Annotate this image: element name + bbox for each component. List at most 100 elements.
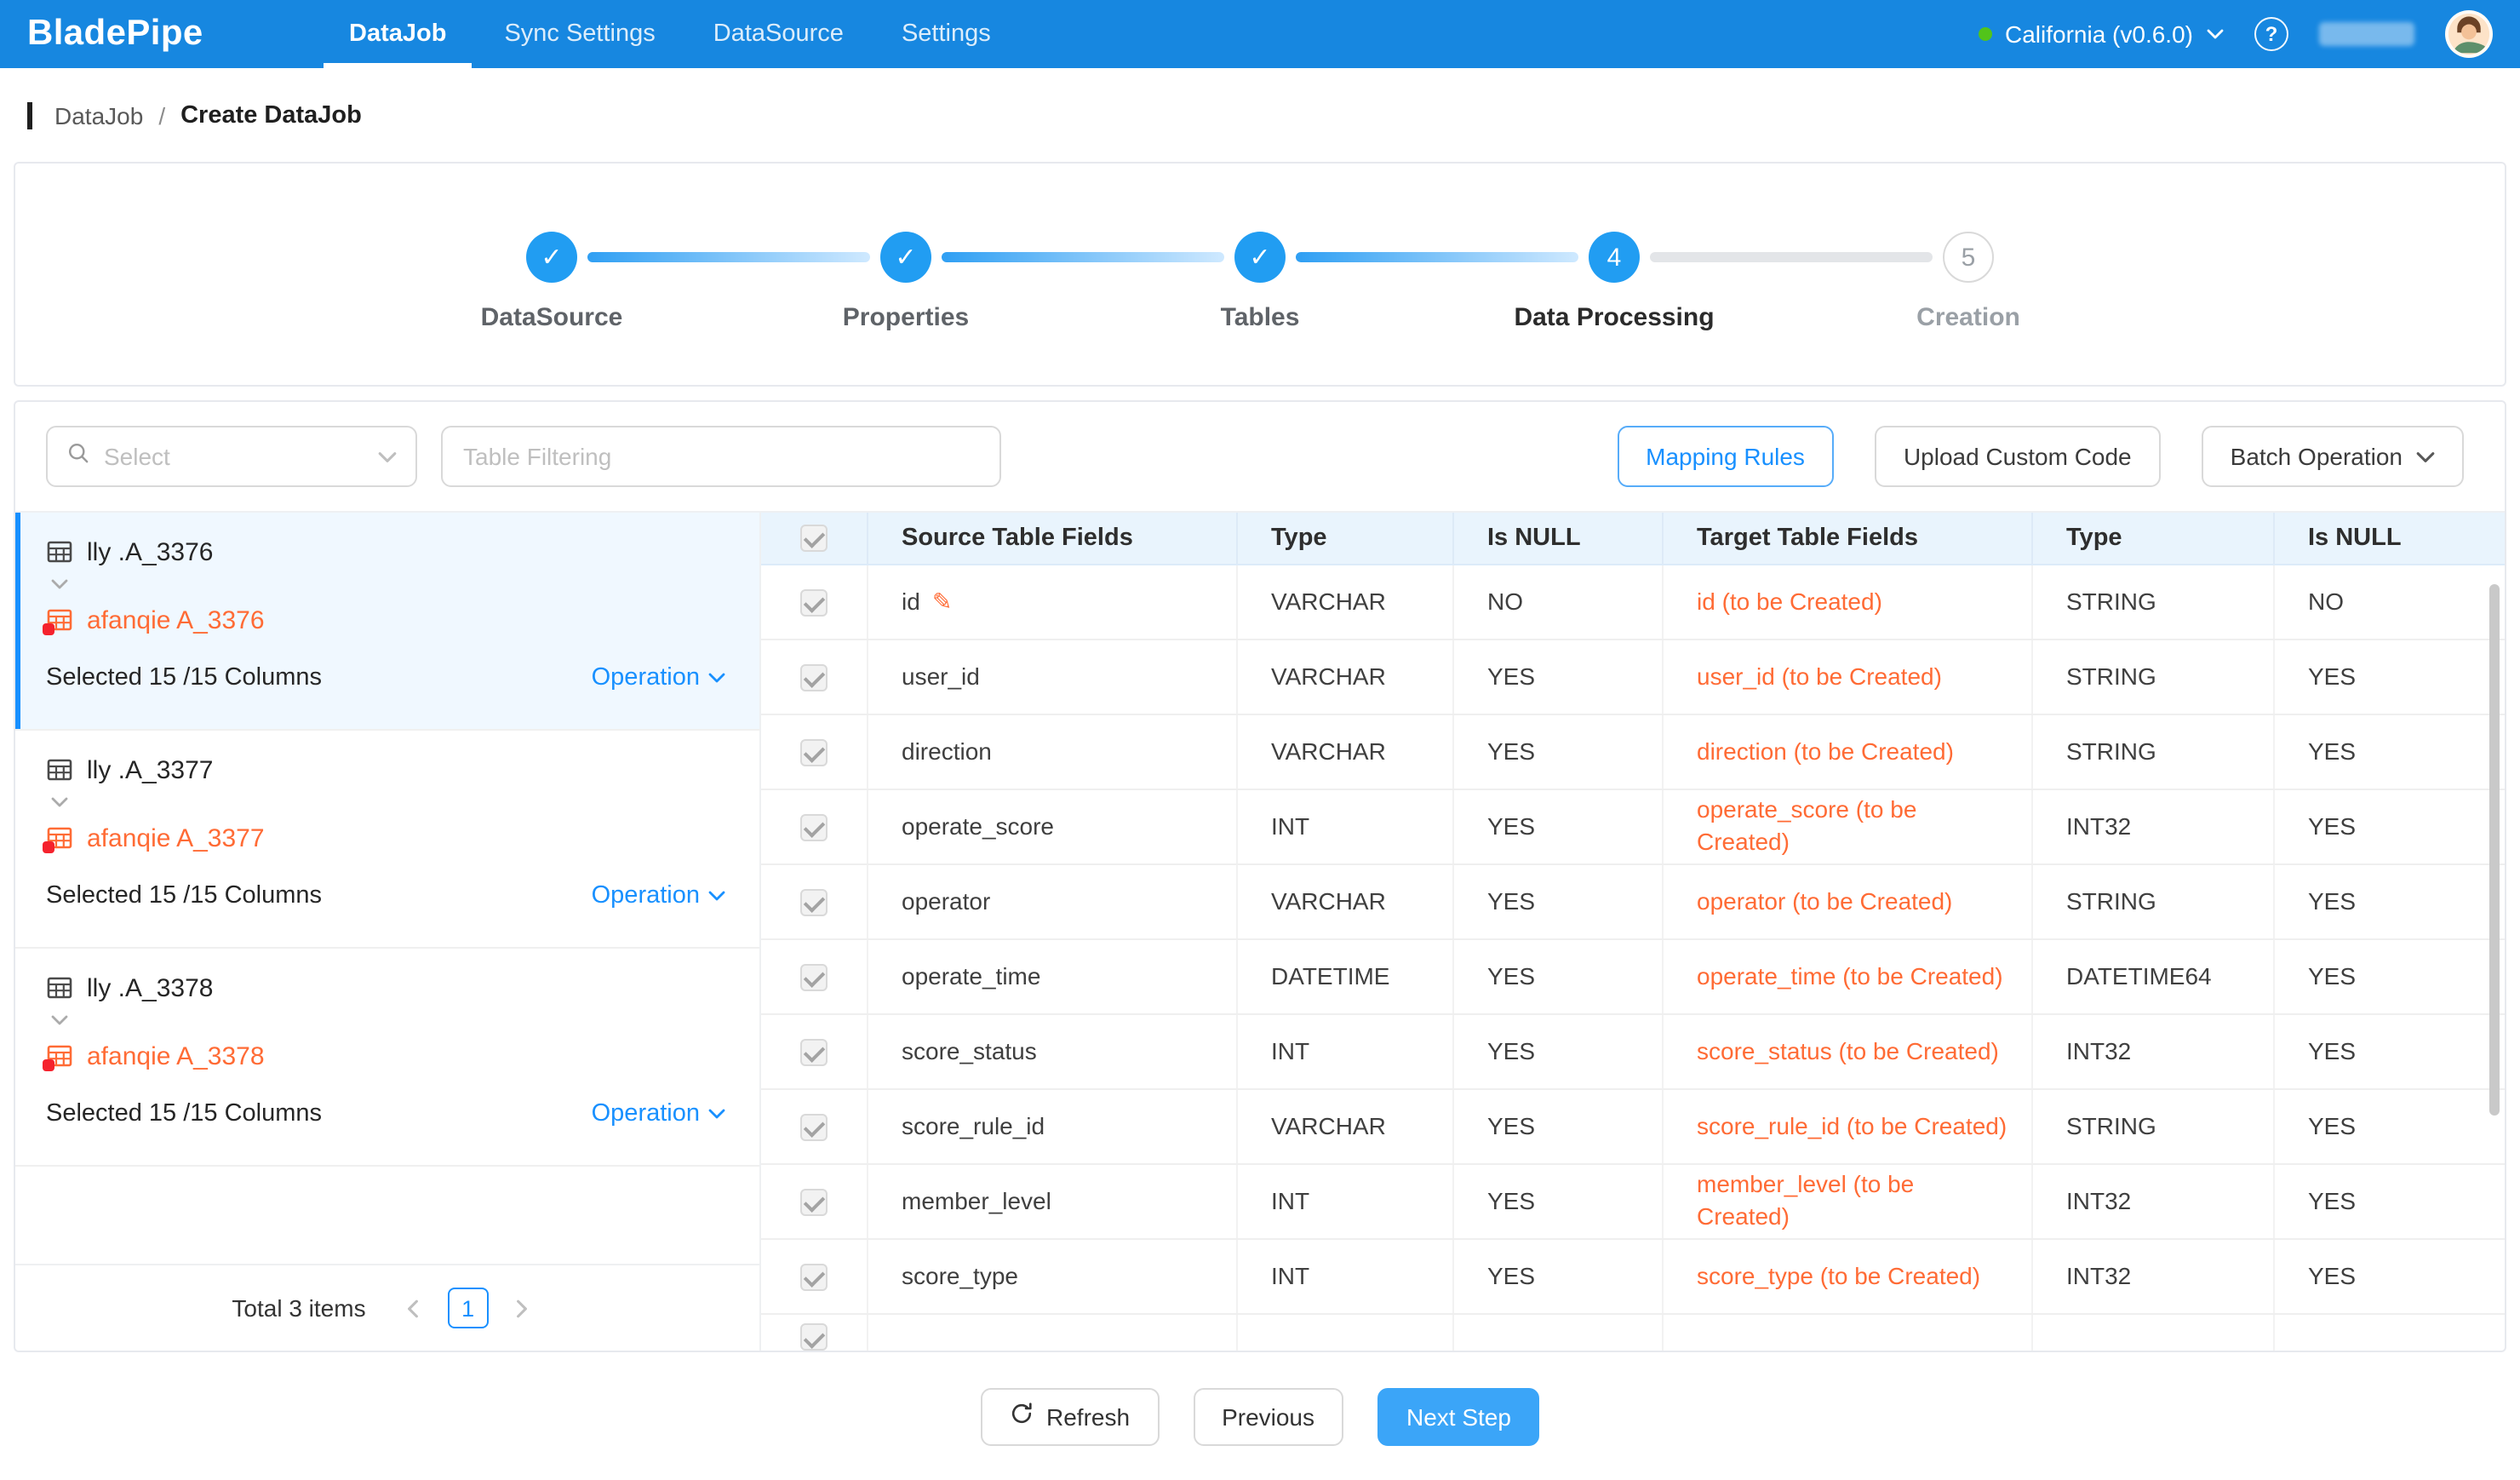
row-checkbox[interactable] bbox=[800, 664, 828, 691]
source-type-cell: VARCHAR bbox=[1236, 639, 1452, 714]
table-filter-input[interactable] bbox=[441, 426, 1001, 487]
avatar[interactable] bbox=[2445, 10, 2493, 58]
row-checkbox[interactable] bbox=[800, 589, 828, 617]
target-type-cell: DATETIME64 bbox=[2031, 938, 2273, 1013]
row-checkbox-cell bbox=[761, 938, 867, 1013]
select-dropdown[interactable]: Select bbox=[46, 426, 417, 487]
nav-item[interactable]: DataSource bbox=[688, 0, 869, 68]
target-null-cell: YES bbox=[2273, 1013, 2505, 1088]
operation-link[interactable]: Operation bbox=[592, 664, 725, 691]
nav-item[interactable]: Settings bbox=[876, 0, 1017, 68]
source-null-cell: NO bbox=[1452, 564, 1662, 639]
content-split: lly .A_3376 afanqie A_3376 bbox=[15, 511, 2505, 1351]
mapping-rules-button[interactable]: Mapping Rules bbox=[1617, 426, 1834, 487]
step-label: DataSource bbox=[481, 303, 623, 332]
row-checkbox[interactable] bbox=[800, 814, 828, 841]
row-checkbox[interactable] bbox=[800, 739, 828, 766]
col-source-type: Type bbox=[1236, 513, 1452, 564]
target-field-cell: member_level (to be Created) bbox=[1662, 1163, 2031, 1238]
target-type-cell: STRING bbox=[2031, 639, 2273, 714]
step-check-icon bbox=[880, 232, 931, 283]
next-page-icon[interactable] bbox=[502, 1288, 543, 1328]
page-number[interactable]: 1 bbox=[448, 1288, 489, 1328]
region-selector[interactable]: California (v0.6.0) bbox=[1978, 20, 2224, 48]
source-field-name: score_rule_id bbox=[902, 1111, 1045, 1139]
step-data-processing: 4 Data Processing bbox=[1589, 232, 1640, 283]
table-list-item[interactable]: lly .A_3377 afanqie A_3377 bbox=[15, 731, 759, 949]
source-field-name: direction bbox=[902, 737, 992, 764]
source-null-cell: YES bbox=[1452, 938, 1662, 1013]
step-number: 4 bbox=[1589, 232, 1640, 283]
source-type-cell: VARCHAR bbox=[1236, 564, 1452, 639]
selection-row: Selected 15 /15 Columns Operation bbox=[46, 870, 725, 921]
source-table-icon bbox=[46, 538, 73, 565]
source-field-name: score_type bbox=[902, 1261, 1018, 1288]
row-checkbox[interactable] bbox=[800, 889, 828, 916]
select-all-header-cell bbox=[761, 513, 867, 564]
row-checkbox[interactable] bbox=[800, 1264, 828, 1291]
step-progress-bar bbox=[942, 252, 1224, 262]
pagination: 1 bbox=[393, 1288, 543, 1328]
field-row: score_status✎ INT YES score_status (to b… bbox=[761, 1013, 2505, 1088]
source-table-row: lly .A_3378 bbox=[46, 969, 725, 1007]
breadcrumb-separator: / bbox=[158, 101, 165, 129]
col-target-type: Type bbox=[2031, 513, 2273, 564]
region-label: California (v0.6.0) bbox=[2005, 20, 2193, 48]
target-table-row: afanqie A_3378 bbox=[46, 1037, 725, 1075]
row-checkbox[interactable] bbox=[800, 964, 828, 991]
source-field-name: member_level bbox=[902, 1186, 1051, 1213]
table-scrollbar[interactable] bbox=[2489, 584, 2500, 1116]
target-field-cell: operate_time (to be Created) bbox=[1662, 938, 2031, 1013]
target-table-icon bbox=[46, 1042, 73, 1070]
next-step-button[interactable]: Next Step bbox=[1377, 1387, 1540, 1445]
field-row: operate_score✎ INT YES operate_score (to… bbox=[761, 789, 2505, 863]
col-source-fields: Source Table Fields bbox=[867, 513, 1236, 564]
operation-link[interactable]: Operation bbox=[592, 882, 725, 909]
step-datasource: DataSource bbox=[526, 232, 577, 283]
field-row: score_type✎ INT YES score_type (to be Cr… bbox=[761, 1238, 2505, 1313]
source-field-name: operator bbox=[902, 886, 990, 914]
target-type-cell: INT32 bbox=[2031, 1238, 2273, 1313]
nav-item[interactable]: DataJob bbox=[324, 0, 472, 68]
target-null-cell: YES bbox=[2273, 1088, 2505, 1163]
operation-link[interactable]: Operation bbox=[592, 1100, 725, 1127]
refresh-button[interactable]: Refresh bbox=[980, 1387, 1159, 1445]
status-dot bbox=[1978, 27, 1991, 41]
batch-operation-label: Batch Operation bbox=[2231, 443, 2403, 470]
table-list: lly .A_3376 afanqie A_3376 bbox=[15, 513, 759, 1264]
source-null-cell: YES bbox=[1452, 863, 1662, 938]
select-all-checkbox[interactable] bbox=[800, 525, 828, 552]
target-null-cell: YES bbox=[2273, 789, 2505, 863]
edit-field-icon[interactable]: ✎ bbox=[932, 587, 952, 614]
previous-button[interactable]: Previous bbox=[1193, 1387, 1343, 1445]
source-field-cell: operate_score✎ bbox=[867, 789, 1236, 863]
row-checkbox[interactable] bbox=[800, 1039, 828, 1066]
selected-columns-text: Selected 15 /15 Columns bbox=[46, 664, 322, 691]
upload-custom-code-button[interactable]: Upload Custom Code bbox=[1875, 426, 2161, 487]
nav-item[interactable]: Sync Settings bbox=[478, 0, 680, 68]
target-table-icon bbox=[46, 824, 73, 852]
operation-label: Operation bbox=[592, 664, 700, 691]
previous-page-icon[interactable] bbox=[393, 1288, 434, 1328]
breadcrumb-parent-link[interactable]: DataJob bbox=[54, 101, 143, 129]
row-checkbox[interactable] bbox=[800, 1114, 828, 1141]
help-icon[interactable]: ? bbox=[2254, 17, 2288, 51]
source-table-row: lly .A_3376 bbox=[46, 533, 725, 571]
source-field-name: operate_score bbox=[902, 812, 1054, 839]
row-checkbox[interactable] bbox=[800, 1189, 828, 1216]
row-checkbox-cell bbox=[761, 564, 867, 639]
row-checkbox[interactable] bbox=[800, 1323, 828, 1351]
table-list-item[interactable]: lly .A_3378 afanqie A_3378 bbox=[15, 949, 759, 1167]
batch-operation-button[interactable]: Batch Operation bbox=[2202, 426, 2464, 487]
row-checkbox-cell bbox=[761, 1013, 867, 1088]
list-pagination-footer: Total 3 items 1 bbox=[15, 1264, 759, 1351]
partial-row bbox=[761, 1313, 2505, 1351]
target-type-cell: INT32 bbox=[2031, 789, 2273, 863]
target-type-cell: INT32 bbox=[2031, 1163, 2273, 1238]
source-type-cell: INT bbox=[1236, 789, 1452, 863]
source-field-cell: operator✎ bbox=[867, 863, 1236, 938]
source-type-cell: DATETIME bbox=[1236, 938, 1452, 1013]
step-label: Properties bbox=[843, 303, 969, 332]
target-type-cell: STRING bbox=[2031, 564, 2273, 639]
table-list-item[interactable]: lly .A_3376 afanqie A_3376 bbox=[15, 513, 759, 731]
